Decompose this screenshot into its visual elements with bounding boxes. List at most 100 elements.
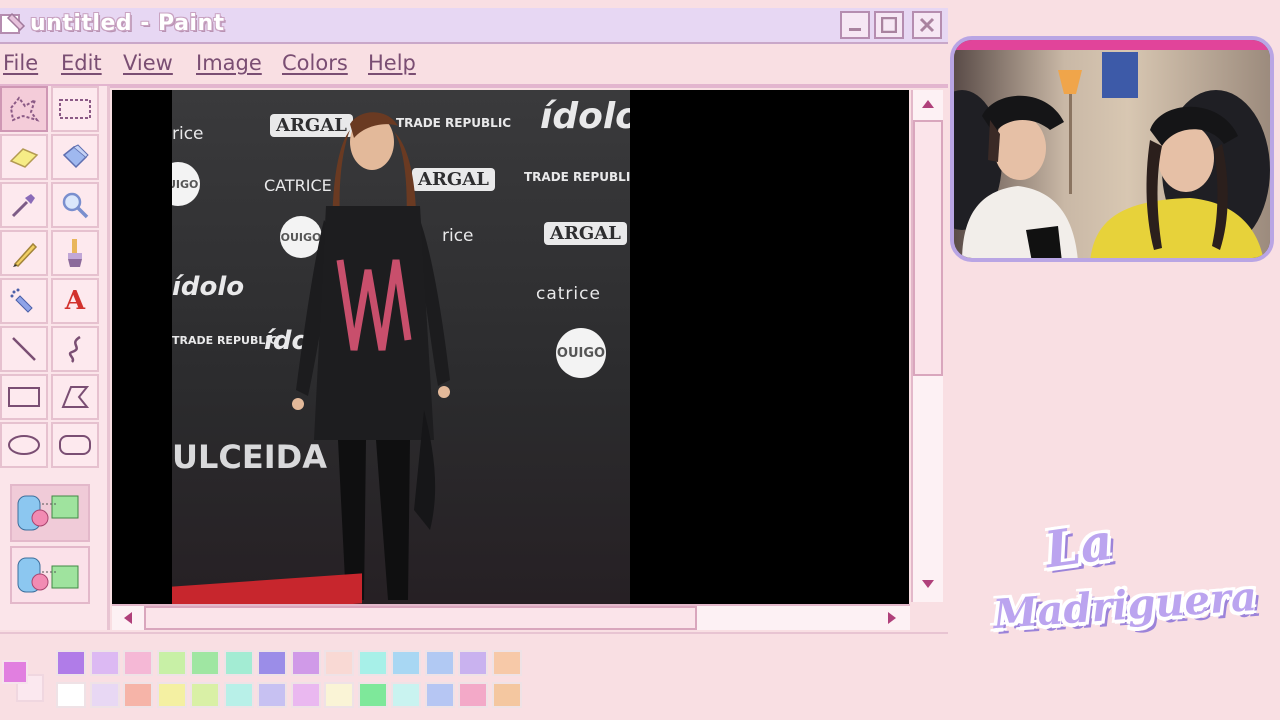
palette-swatch[interactable]	[357, 682, 388, 708]
horizontal-scrollbar[interactable]	[112, 604, 910, 630]
palette-swatch[interactable]	[491, 682, 522, 708]
rounded-rect-icon	[59, 435, 91, 455]
scroll-right-button[interactable]	[878, 606, 906, 630]
palette-swatch[interactable]	[56, 682, 86, 708]
palette-swatch[interactable]	[257, 650, 287, 676]
backdrop-trade-republic-text: TRADE REPUBLIC	[172, 334, 278, 347]
webcam-top-bar	[954, 40, 1270, 50]
tool-brush[interactable]	[51, 230, 99, 276]
menu-image[interactable]: Image	[196, 51, 262, 75]
rectangle-icon	[8, 387, 40, 407]
red-carpet	[172, 573, 362, 604]
palette-swatch[interactable]	[89, 650, 120, 676]
window-title: untitled - Paint	[30, 11, 225, 36]
tool-fill[interactable]	[51, 134, 99, 180]
status-divider	[0, 632, 948, 634]
tool-airbrush[interactable]	[0, 278, 48, 324]
palette-swatch[interactable]	[324, 682, 354, 708]
backdrop-argal-logo: ARGAL	[544, 222, 627, 245]
fill-bucket-icon	[62, 144, 89, 169]
webcam-streamers	[954, 52, 1270, 258]
palette-swatch[interactable]	[324, 650, 354, 676]
palette-swatch[interactable]	[89, 682, 120, 708]
person-figure	[292, 112, 450, 600]
toolbox: A	[0, 86, 110, 630]
scroll-left-button[interactable]	[114, 606, 142, 630]
palette-swatch[interactable]	[391, 650, 421, 676]
palette-swatch[interactable]	[458, 650, 488, 676]
ellipse-icon	[8, 435, 40, 455]
eraser-icon	[9, 148, 39, 168]
menu-help[interactable]: Help	[368, 51, 416, 75]
tool-line[interactable]	[0, 326, 48, 372]
magnifier-icon	[62, 192, 89, 219]
palette-swatch[interactable]	[357, 650, 388, 676]
tool-text[interactable]: A	[51, 278, 99, 324]
close-button[interactable]	[912, 11, 942, 39]
rect-select-icon	[59, 99, 91, 119]
workspace-border	[0, 84, 948, 88]
tool-color-picker[interactable]	[0, 182, 48, 228]
title-bar: untitled - Paint	[0, 8, 948, 44]
horizontal-scroll-thumb[interactable]	[144, 606, 697, 630]
palette-swatch[interactable]	[123, 682, 153, 708]
palette-swatch[interactable]	[190, 650, 220, 676]
transparency-transparent-option[interactable]	[10, 546, 90, 604]
curve-icon	[68, 335, 81, 363]
palette-swatch[interactable]	[156, 650, 187, 676]
red-carpet-photo: rice ARGAL TRADE REPUBLIC ídolo OUIGO CA…	[172, 90, 630, 604]
tool-ellipse[interactable]	[0, 422, 48, 468]
arrow-up-icon	[922, 100, 934, 108]
drawing-canvas[interactable]: rice ARGAL TRADE REPUBLIC ídolo OUIGO CA…	[112, 90, 909, 604]
palette-swatch[interactable]	[290, 650, 321, 676]
color-picker-icon	[11, 194, 35, 218]
palette-swatch[interactable]	[190, 682, 220, 708]
palette-swatch[interactable]	[424, 682, 455, 708]
backdrop-catrice-text: catrice	[536, 284, 601, 304]
tool-curve[interactable]	[51, 326, 99, 372]
close-icon	[919, 17, 935, 33]
palette-swatch[interactable]	[223, 682, 254, 708]
palette-swatch[interactable]	[491, 650, 522, 676]
palette-swatch[interactable]	[424, 650, 455, 676]
menu-colors[interactable]: Colors	[282, 51, 348, 75]
maximize-icon	[881, 17, 897, 33]
backdrop-idolo-logo: ídolo	[540, 96, 630, 137]
brush-icon	[68, 239, 82, 267]
scroll-down-button[interactable]	[914, 572, 942, 596]
tool-rect-select[interactable]	[51, 86, 99, 132]
palette-swatch[interactable]	[223, 650, 254, 676]
menu-file[interactable]: File	[3, 51, 38, 75]
scroll-up-button[interactable]	[914, 92, 942, 116]
vertical-scrollbar[interactable]	[911, 90, 943, 602]
palette-swatch[interactable]	[156, 682, 187, 708]
tool-rectangle[interactable]	[0, 374, 48, 420]
palette-swatch[interactable]	[123, 650, 153, 676]
text-icon: A	[64, 286, 86, 316]
maximize-button[interactable]	[874, 11, 904, 39]
palette-swatch[interactable]	[391, 682, 421, 708]
backdrop-ouigo-logo: OUIGO	[172, 162, 200, 206]
tool-polygon[interactable]	[51, 374, 99, 420]
palette-swatch[interactable]	[290, 682, 321, 708]
vertical-scroll-thumb[interactable]	[913, 120, 943, 376]
minimize-icon	[849, 28, 861, 31]
paint-app-icon	[0, 12, 26, 34]
tool-magnifier[interactable]	[51, 182, 99, 228]
pencil-icon	[13, 242, 38, 267]
palette-swatch[interactable]	[458, 682, 488, 708]
airbrush-icon	[10, 288, 33, 313]
arrow-left-icon	[124, 612, 132, 624]
menu-bar: File Edit View Image Colors Help	[0, 46, 948, 82]
tool-pencil[interactable]	[0, 230, 48, 276]
tool-eraser[interactable]	[0, 134, 48, 180]
tool-free-form-select[interactable]	[0, 86, 48, 132]
menu-view[interactable]: View	[123, 51, 173, 75]
logo-line-1: La	[1041, 511, 1117, 580]
minimize-button[interactable]	[840, 11, 870, 39]
tool-rounded-rect[interactable]	[51, 422, 99, 468]
palette-swatch[interactable]	[257, 682, 287, 708]
palette-swatch[interactable]	[56, 650, 86, 676]
menu-edit[interactable]: Edit	[61, 51, 102, 75]
transparency-opaque-option[interactable]	[10, 484, 90, 542]
